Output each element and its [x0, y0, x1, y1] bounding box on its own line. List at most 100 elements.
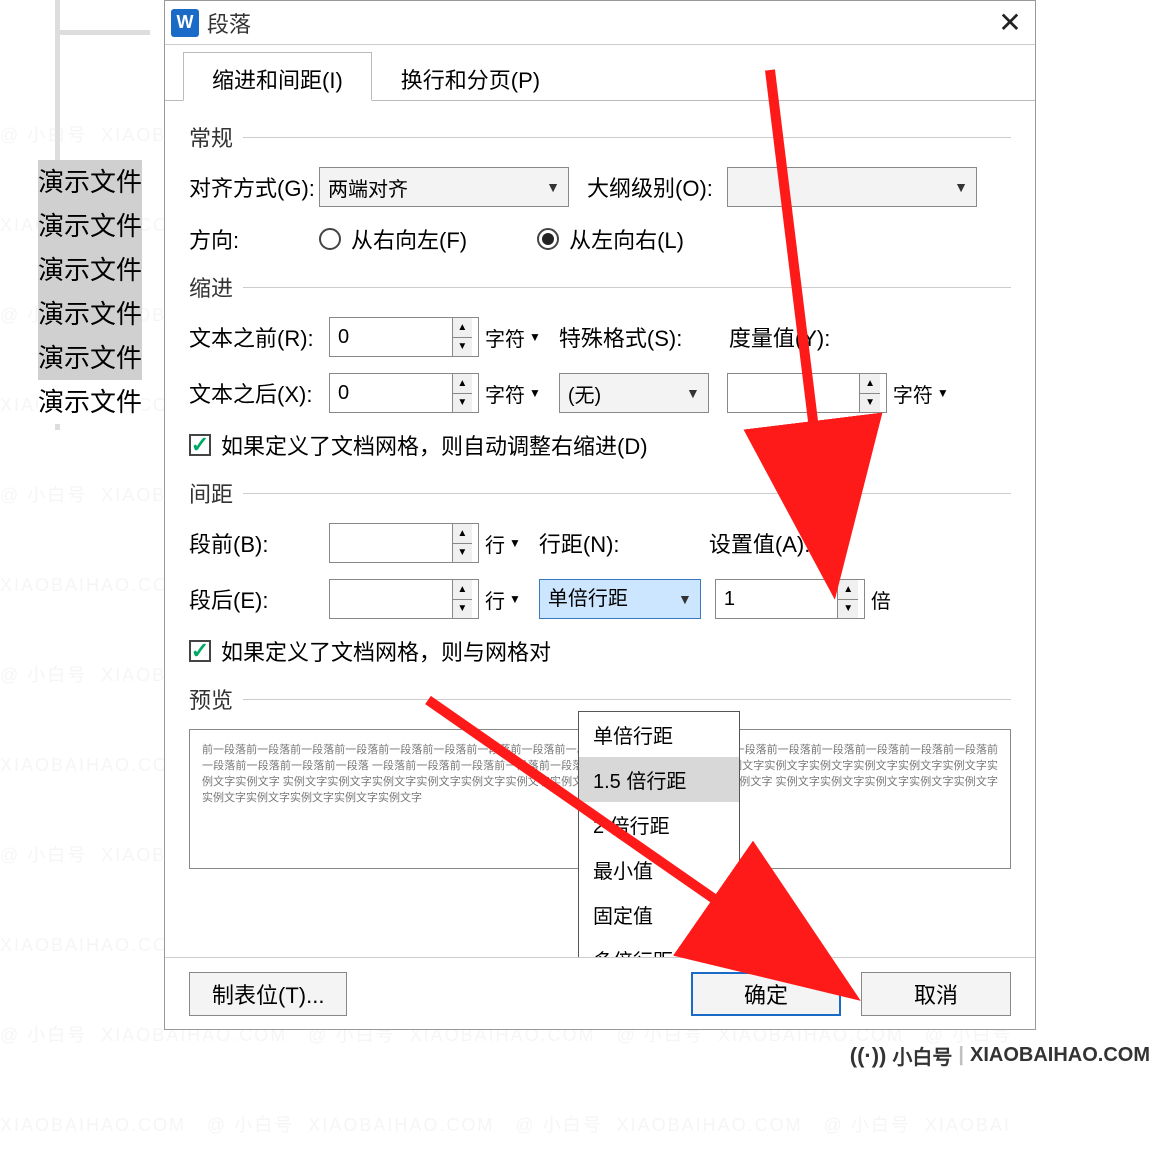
spinner-icon[interactable]: ▲▼ — [452, 318, 472, 356]
measure-label: 度量值(Y): — [729, 321, 849, 353]
dialog-title: 段落 — [207, 7, 985, 39]
unit-label: 字符 — [893, 379, 933, 408]
credit-url: XIAOBAIHAO.COM — [970, 1044, 1150, 1067]
measure-spinner[interactable]: ▲▼ — [727, 373, 887, 413]
direction-label: 方向: — [189, 223, 319, 255]
direction-ltr-radio[interactable]: 从左向右(L) — [537, 223, 684, 255]
line-spacing-option[interactable]: 最小值 — [579, 847, 739, 892]
line-spacing-option[interactable]: 多倍行距 — [579, 937, 739, 957]
space-before-label: 段前(B): — [189, 527, 329, 559]
set-value-spinner[interactable]: ▲▼ — [715, 579, 865, 619]
selected-line: 演示文件 — [38, 380, 142, 424]
titlebar[interactable]: W 段落 ✕ — [165, 1, 1035, 45]
tab-line-page-break[interactable]: 换行和分页(P) — [372, 52, 569, 101]
section-spacing: 间距 — [189, 477, 1011, 509]
broadcast-icon: ((·)) — [850, 1043, 887, 1069]
unit-label: 字符 — [485, 323, 525, 352]
line-spacing-combo[interactable]: 单倍行距 ▼ — [539, 579, 701, 619]
app-icon: W — [171, 9, 199, 37]
radio-checked-icon — [537, 228, 559, 250]
divider-icon — [243, 287, 1011, 288]
space-before-input[interactable] — [336, 531, 452, 556]
special-indent-combo[interactable]: (无) ▼ — [559, 373, 709, 413]
section-general-label: 常规 — [189, 121, 233, 153]
auto-indent-label: 如果定义了文档网格，则自动调整右缩进(D) — [221, 429, 648, 461]
section-indent-label: 缩进 — [189, 271, 233, 303]
outline-level-combo[interactable]: ▼ — [727, 167, 977, 207]
alignment-label: 对齐方式(G): — [189, 171, 319, 203]
checkbox-checked-icon: ✓ — [189, 640, 211, 662]
section-preview-label: 预览 — [189, 683, 233, 715]
credit-badge: ((·)) 小白号 | XIAOBAIHAO.COM — [850, 1041, 1150, 1070]
indent-after-label: 文本之后(X): — [189, 377, 329, 409]
unit-label: 倍 — [871, 585, 891, 614]
document-selection[interactable]: 演示文件 演示文件 演示文件 演示文件 演示文件 演示文件 — [38, 160, 142, 424]
line-spacing-value: 单倍行距 — [548, 577, 628, 621]
indent-after-spinner[interactable]: ▲▼ — [329, 373, 479, 413]
auto-indent-checkbox[interactable]: ✓ 如果定义了文档网格，则自动调整右缩进(D) — [189, 429, 648, 461]
chevron-down-icon[interactable]: ▼ — [529, 386, 541, 400]
space-after-spinner[interactable]: ▲▼ — [329, 579, 479, 619]
alignment-value: 两端对齐 — [328, 173, 408, 202]
section-general: 常规 — [189, 121, 1011, 153]
line-spacing-option[interactable]: 1.5 倍行距 — [579, 757, 739, 802]
selected-line: 演示文件 — [38, 204, 142, 248]
spinner-icon[interactable]: ▲▼ — [452, 524, 472, 562]
unit-label: 行 — [485, 529, 505, 558]
chevron-down-icon[interactable]: ▼ — [529, 330, 541, 344]
selected-line: 演示文件 — [38, 292, 142, 336]
indent-before-spinner[interactable]: ▲▼ — [329, 317, 479, 357]
checkbox-checked-icon: ✓ — [189, 434, 211, 456]
direction-rtl-radio[interactable]: 从右向左(F) — [319, 223, 467, 255]
space-after-input[interactable] — [336, 587, 452, 612]
space-before-spinner[interactable]: ▲▼ — [329, 523, 479, 563]
unit-label: 字符 — [485, 379, 525, 408]
unit-label: 行 — [485, 585, 505, 614]
chevron-down-icon: ▼ — [686, 385, 700, 401]
spinner-icon[interactable]: ▲▼ — [452, 374, 472, 412]
special-indent-label: 特殊格式(S): — [559, 321, 699, 353]
snap-grid-checkbox[interactable]: ✓ 如果定义了文档网格，则与网格对 — [189, 635, 551, 667]
chevron-down-icon[interactable]: ▼ — [509, 592, 521, 606]
divider-icon — [243, 137, 1011, 138]
outline-label: 大纲级别(O): — [587, 171, 727, 203]
section-indent: 缩进 — [189, 271, 1011, 303]
chevron-down-icon: ▼ — [546, 179, 560, 195]
selected-line: 演示文件 — [38, 160, 142, 204]
direction-rtl-label: 从右向左(F) — [351, 223, 467, 255]
direction-ltr-label: 从左向右(L) — [569, 223, 684, 255]
dialog-footer: 制表位(T)... 确定 取消 — [165, 957, 1035, 1029]
divider-icon — [243, 699, 1011, 700]
spinner-icon[interactable]: ▲▼ — [859, 374, 880, 412]
line-spacing-option[interactable]: 2 倍行距 — [579, 802, 739, 847]
line-spacing-dropdown[interactable]: 单倍行距 1.5 倍行距 2 倍行距 最小值 固定值 多倍行距 — [578, 711, 740, 957]
spinner-icon[interactable]: ▲▼ — [452, 580, 472, 618]
cancel-button[interactable]: 取消 — [861, 972, 1011, 1016]
spinner-icon[interactable]: ▲▼ — [837, 580, 857, 618]
tab-indent-spacing[interactable]: 缩进和间距(I) — [183, 52, 372, 101]
chevron-down-icon[interactable]: ▼ — [509, 536, 521, 550]
set-value-label: 设置值(A): — [709, 527, 829, 559]
section-spacing-label: 间距 — [189, 477, 233, 509]
close-button[interactable]: ✕ — [985, 1, 1035, 45]
measure-input[interactable] — [734, 381, 859, 406]
credit-name: 小白号 — [892, 1041, 952, 1070]
indent-after-input[interactable] — [336, 381, 452, 406]
line-spacing-label: 行距(N): — [539, 527, 649, 559]
dialog-body: 常规 对齐方式(G): 两端对齐 ▼ 大纲级别(O): ▼ 方向: 从右向左(F… — [165, 101, 1035, 957]
tab-strip: 缩进和间距(I) 换行和分页(P) — [165, 45, 1035, 101]
line-spacing-option[interactable]: 固定值 — [579, 892, 739, 937]
alignment-combo[interactable]: 两端对齐 ▼ — [319, 167, 569, 207]
snap-grid-label: 如果定义了文档网格，则与网格对 — [221, 635, 551, 667]
selected-line: 演示文件 — [38, 336, 142, 380]
indent-before-input[interactable] — [336, 325, 452, 350]
chevron-down-icon: ▼ — [954, 179, 968, 195]
page-margin-top — [55, 30, 150, 35]
selected-line: 演示文件 — [38, 248, 142, 292]
chevron-down-icon: ▼ — [678, 577, 692, 621]
chevron-down-icon[interactable]: ▼ — [937, 386, 949, 400]
ok-button[interactable]: 确定 — [691, 972, 841, 1016]
tabstops-button[interactable]: 制表位(T)... — [189, 972, 347, 1016]
line-spacing-option[interactable]: 单倍行距 — [579, 712, 739, 757]
set-value-input[interactable] — [722, 587, 838, 612]
